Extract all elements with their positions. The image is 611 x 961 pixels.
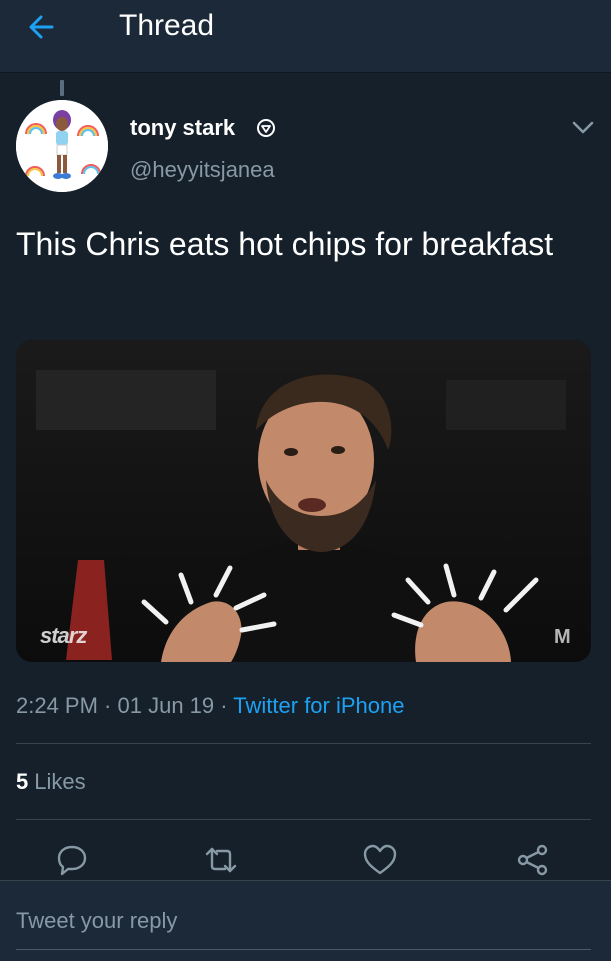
- tweet-source-link[interactable]: Twitter for iPhone: [233, 693, 404, 718]
- avatar[interactable]: [16, 100, 108, 192]
- share-icon[interactable]: [515, 842, 551, 878]
- user-handle[interactable]: @heyyitsjanea: [130, 156, 275, 184]
- thread-connector-line: [60, 80, 64, 96]
- reply-input-underline: [16, 949, 591, 950]
- divider: [16, 743, 591, 744]
- reply-input[interactable]: [16, 905, 576, 937]
- tweet-date: 01 Jun 19: [117, 693, 215, 718]
- tweet-metadata: 2:24 PM · 01 Jun 19 · Twitter for iPhone: [16, 690, 404, 722]
- verified-badge-icon: [257, 119, 275, 137]
- heart-icon[interactable]: [362, 842, 398, 878]
- chevron-down-icon[interactable]: [568, 112, 598, 142]
- likes-number: 5: [16, 769, 29, 794]
- divider: [16, 819, 591, 820]
- back-arrow-icon[interactable]: [24, 10, 58, 44]
- gif-image: [16, 340, 591, 662]
- reply-bar: [0, 880, 611, 961]
- starz-logo: starz: [40, 623, 87, 648]
- separator: ·: [214, 693, 234, 718]
- reply-icon[interactable]: [54, 842, 90, 878]
- separator: ·: [97, 693, 118, 718]
- watermark-letter: M: [554, 626, 571, 648]
- likes-label: Likes: [34, 769, 86, 794]
- page-title: Thread: [119, 9, 215, 42]
- retweet-icon[interactable]: [203, 842, 239, 878]
- display-name[interactable]: tony stark: [130, 114, 235, 142]
- tweet-media[interactable]: starz M: [16, 340, 591, 662]
- tweet-time: 2:24 PM: [16, 693, 98, 718]
- tweet-text: This Chris eats hot chips for breakfast: [16, 226, 554, 262]
- top-bar: Thread: [0, 0, 611, 73]
- avatar-image: [16, 100, 108, 192]
- likes-count[interactable]: 5 Likes: [16, 766, 86, 798]
